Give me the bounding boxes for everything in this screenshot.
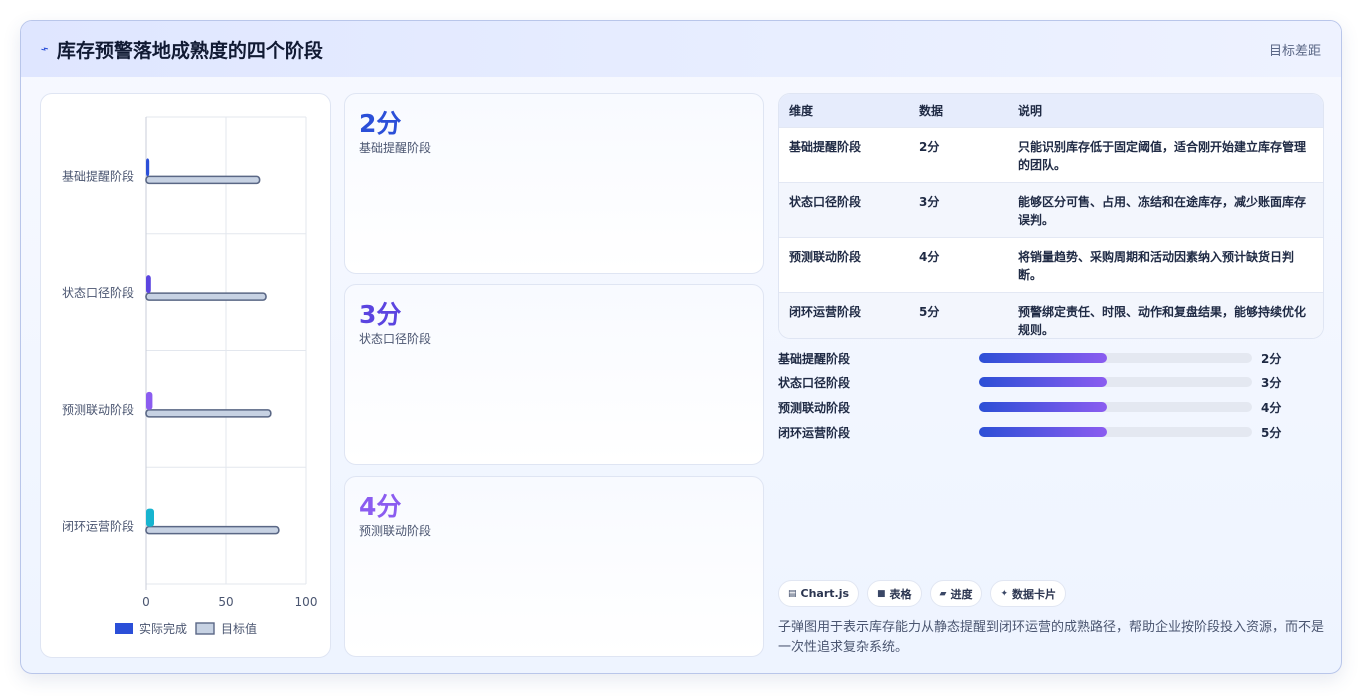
header: ⌁ 库存预警落地成熟度的四个阶段 目标差距 [21, 21, 1341, 77]
legend-label: 实际完成 [139, 621, 187, 636]
progress-label: 状态口径阶段 [778, 376, 851, 390]
progress-row: 状态口径阶段 3分 [778, 372, 1324, 392]
x-tick-label: 0 [142, 595, 150, 609]
actual-bar [146, 275, 151, 294]
category-label: 闭环运营阶段 [62, 519, 134, 534]
legend-swatch-actual [115, 623, 133, 634]
progress-value: 3分 [1261, 376, 1282, 390]
progress-row: 闭环运营阶段 5分 [778, 422, 1324, 442]
card-score: 3分 [359, 300, 402, 329]
column-header: 说明 [1008, 94, 1323, 127]
chart-icon: ▤ [788, 588, 797, 599]
table-cell: 2分 [909, 126, 1008, 182]
actual-bar [146, 508, 154, 527]
chip-chartjs[interactable]: ▤ Chart.js [778, 580, 860, 607]
data-table: 维度 数据 说明 基础提醒阶段 2分 只能识别库存低于固定阈值，适合刚开始建立库… [779, 94, 1323, 338]
table-icon: ■ [877, 588, 886, 599]
chip-data-card[interactable]: ✦ 数据卡片 [990, 580, 1067, 607]
chip-label: 数据卡片 [1012, 587, 1057, 601]
column-header: 维度 [779, 94, 909, 127]
category-label: 预测联动阶段 [62, 402, 134, 417]
progress-label: 闭环运营阶段 [778, 426, 851, 440]
progress-value: 2分 [1261, 352, 1282, 366]
target-bar [145, 292, 267, 301]
x-tick-label: 100 [295, 595, 318, 609]
header-right-label: 目标差距 [1268, 43, 1321, 59]
progress-fill [979, 427, 1108, 437]
table-row: 闭环运营阶段 5分 预警绑定责任、时限、动作和复盘结果，能够持续优化规则。 [779, 291, 1323, 338]
table-row: 状态口径阶段 3分 能够区分可售、占用、冻结和在途库存，减少账面库存误判。 [779, 181, 1323, 237]
category-label: 状态口径阶段 [62, 285, 134, 300]
actual-bar [146, 391, 153, 410]
bullet-chart-panel: 基础提醒阶段 状态口径阶段 预测联动阶段 闭环运营阶段 0 50 100 实际完成 目标值 [40, 93, 331, 658]
progress-track [979, 353, 1252, 363]
progress-fill [979, 353, 1108, 363]
chip-label: Chart.js [800, 587, 850, 600]
sparkle-icon: ✦ [1000, 588, 1009, 599]
progress-track [979, 427, 1252, 437]
table-cell: 闭环运营阶段 [779, 291, 909, 338]
progress-row: 基础提醒阶段 2分 [778, 348, 1324, 368]
actual-bar [146, 158, 150, 177]
table-cell: 将销量趋势、采购周期和活动因素纳入预计缺货日判断。 [1008, 236, 1323, 292]
progress-value: 5分 [1261, 426, 1282, 440]
bullet-chart: 基础提醒阶段状态口径阶段预测联动阶段闭环运营阶段 0 50 100 实际完成 目标值 [62, 116, 318, 636]
progress-label: 预测联动阶段 [778, 401, 851, 415]
table-cell: 预警绑定责任、时限、动作和复盘结果，能够持续优化规则。 [1008, 291, 1323, 338]
card-label: 状态口径阶段 [359, 332, 432, 346]
table-cell: 3分 [909, 181, 1008, 237]
table-cell: 预测联动阶段 [779, 236, 909, 292]
chip-progress[interactable]: ▰ 进度 [929, 580, 983, 607]
score-card-1: 2分 基础提醒阶段 [344, 93, 764, 274]
data-table-panel: 维度 数据 说明 基础提醒阶段 2分 只能识别库存低于固定阈值，适合刚开始建立库… [778, 93, 1324, 339]
title-wrap: ⌁ 库存预警落地成熟度的四个阶段 [38, 36, 323, 63]
legend-label: 目标值 [221, 621, 257, 636]
category-label: 基础提醒阶段 [62, 168, 134, 183]
chip-label: 表格 [889, 587, 912, 601]
x-tick-label: 50 [218, 595, 233, 609]
description-text: 子弹图用于表示库存能力从静态提醒到闭环运营的成熟路径，帮助企业按阶段投入资源，而… [778, 620, 1325, 655]
table-row: 基础提醒阶段 2分 只能识别库存低于固定阈值，适合刚开始建立库存管理的团队。 [779, 126, 1323, 182]
target-bar [145, 175, 261, 185]
pulse-icon: ⌁ [38, 40, 52, 58]
progress-row: 预测联动阶段 4分 [778, 397, 1324, 417]
table-cell: 4分 [909, 236, 1008, 292]
main-frame: ⌁ 库存预警落地成熟度的四个阶段 目标差距 基础提醒阶段 状态口径阶段 预测联动阶段… [20, 20, 1342, 674]
target-bar [145, 525, 280, 535]
progress-fill [979, 377, 1108, 387]
page-title: 库存预警落地成熟度的四个阶段 [56, 39, 323, 62]
progress-track [979, 402, 1252, 412]
table-row: 预测联动阶段 4分 将销量趋势、采购周期和活动因素纳入预计缺货日判断。 [779, 236, 1323, 292]
target-bar [145, 409, 272, 418]
score-card-2: 3分 状态口径阶段 [344, 284, 764, 465]
chip-table[interactable]: ■ 表格 [867, 580, 922, 607]
progress-label: 基础提醒阶段 [778, 352, 851, 366]
table-cell: 只能识别库存低于固定阈值，适合刚开始建立库存管理的团队。 [1008, 126, 1323, 182]
column-header: 数据 [909, 94, 1008, 127]
table-cell: 能够区分可售、占用、冻结和在途库存，减少账面库存误判。 [1008, 181, 1323, 237]
score-card-3: 4分 预测联动阶段 [344, 476, 764, 657]
table-cell: 5分 [909, 291, 1008, 338]
progress-value: 4分 [1261, 401, 1282, 415]
progress-icon: ▰ [939, 588, 947, 599]
chip-label: 进度 [950, 587, 973, 601]
legend-swatch-target [195, 622, 215, 635]
card-score: 2分 [359, 109, 402, 138]
card-score: 4分 [359, 492, 402, 521]
card-label: 预测联动阶段 [359, 524, 432, 538]
card-label: 基础提醒阶段 [359, 141, 432, 155]
progress-track [979, 377, 1252, 387]
table-cell: 状态口径阶段 [779, 181, 909, 237]
progress-fill [979, 402, 1108, 412]
tag-chips: ▤ Chart.js ■ 表格 ▰ 进度 ✦ 数据卡片 [778, 580, 1067, 607]
table-cell: 基础提醒阶段 [779, 126, 909, 182]
